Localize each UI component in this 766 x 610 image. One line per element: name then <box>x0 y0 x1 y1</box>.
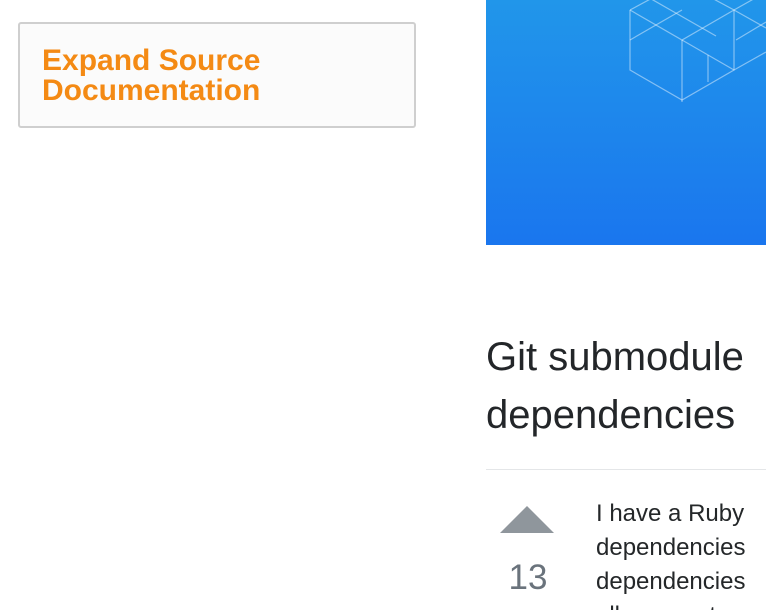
question-body: I have a Ruby dependencies dependencies … <box>596 497 766 610</box>
question-title-line-2: dependencies <box>486 393 736 437</box>
expand-label-line-1: Expand Source <box>42 44 261 77</box>
expand-source-documentation-button[interactable]: Expand Source Documentation <box>18 22 416 128</box>
hexagon-pattern-icon <box>629 0 766 102</box>
title-divider <box>486 469 766 470</box>
page: Expand Source Documentation Git submodul… <box>0 0 766 610</box>
expand-label-line-2: Documentation <box>42 74 261 107</box>
question-body-line: allows me to o <box>596 599 766 610</box>
upvote-arrow-icon[interactable] <box>500 506 554 533</box>
expand-source-documentation-label: Expand Source Documentation <box>42 46 342 106</box>
question-body-line: dependencies <box>596 568 746 595</box>
question-body-line: I have a Ruby <box>596 500 745 527</box>
vote-count: 13 <box>508 558 548 597</box>
question-body-line: dependencies <box>596 534 746 561</box>
banner-image <box>486 0 766 245</box>
question-title[interactable]: Git submodule dependencies <box>486 328 766 444</box>
question-title-line-1: Git submodule <box>486 335 744 379</box>
